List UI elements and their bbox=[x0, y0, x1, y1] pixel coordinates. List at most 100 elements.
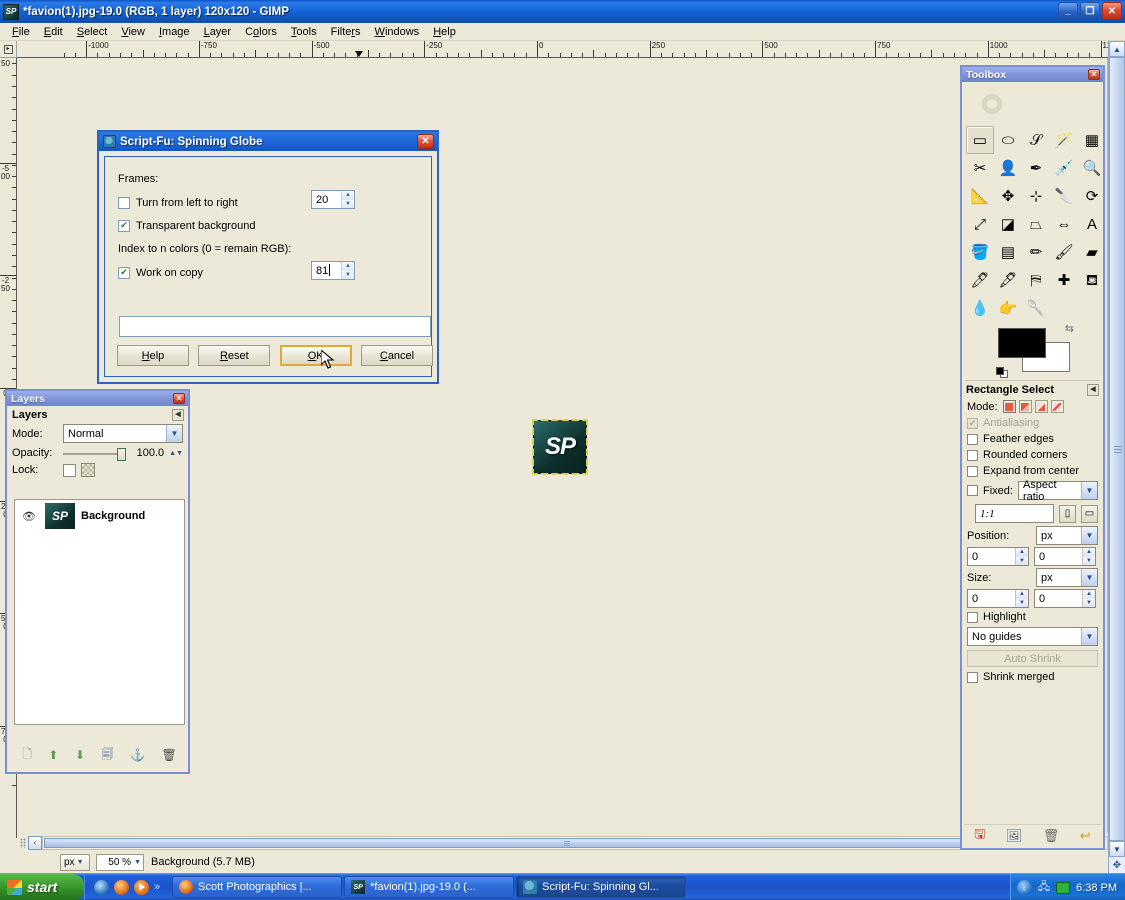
transparent-background-checkbox[interactable] bbox=[118, 219, 130, 232]
scroll-up-button[interactable]: ▲ bbox=[1109, 41, 1125, 57]
delete-icon[interactable]: 🗑 bbox=[1043, 828, 1060, 844]
menu-help[interactable]: Help bbox=[426, 25, 463, 39]
measure-tool[interactable]: 📐 bbox=[966, 182, 994, 210]
alignment-tool[interactable]: ⊹ bbox=[1022, 182, 1050, 210]
fixed-checkbox[interactable] bbox=[967, 485, 978, 496]
foreground-background-color-area[interactable]: ⇆ bbox=[996, 323, 1074, 378]
lock-pixels-checkbox[interactable] bbox=[63, 463, 76, 477]
eraser-tool[interactable]: ▰ bbox=[1078, 238, 1106, 266]
taskbar-item-gimp[interactable]: SP *favion(1).jpg-19.0 (... bbox=[344, 876, 515, 898]
highlight-checkbox[interactable] bbox=[967, 611, 978, 623]
scale-tool[interactable]: ⤢ bbox=[966, 210, 994, 238]
select-by-color-tool[interactable]: ▦ bbox=[1078, 126, 1106, 154]
ink-tool[interactable]: 🖋 bbox=[994, 266, 1022, 294]
canvas-image-content[interactable]: SP bbox=[532, 419, 588, 475]
ok-button[interactable]: OK bbox=[279, 345, 352, 366]
resize-grip-icon[interactable]: ✥ bbox=[1109, 857, 1125, 873]
antialiasing-row[interactable]: Antialiasing bbox=[962, 415, 1103, 431]
size-width-input[interactable]: 0 ▲ ▼ bbox=[967, 589, 1029, 608]
landscape-orientation-button[interactable]: ▭ bbox=[1081, 504, 1098, 523]
delete-layer-button[interactable]: 🗑 bbox=[161, 748, 176, 762]
show-hidden-icons-button[interactable]: ‹ bbox=[1016, 880, 1032, 895]
feather-edges-row[interactable]: Feather edges bbox=[962, 431, 1103, 447]
blur-sharpen-tool[interactable]: 💧 bbox=[966, 294, 994, 322]
heal-tool[interactable]: ✚ bbox=[1050, 266, 1078, 294]
toolbox-close-button[interactable]: ✕ bbox=[1088, 69, 1100, 80]
spinner-buttons[interactable]: ▲▼ bbox=[341, 262, 354, 279]
taskbar-clock[interactable]: 6:38 PM bbox=[1076, 882, 1117, 894]
position-y-input[interactable]: 0 ▲ ▼ bbox=[1034, 547, 1096, 566]
minimize-button[interactable]: _ bbox=[1058, 2, 1078, 20]
zoom-tool[interactable]: 🔍 bbox=[1078, 154, 1106, 182]
help-button[interactable]: Help bbox=[117, 345, 189, 366]
work-on-copy-row[interactable]: Work on copy bbox=[105, 261, 431, 284]
paintbrush-tool[interactable]: 🖌 bbox=[1050, 238, 1078, 266]
fuzzy-select-tool[interactable]: 🪄 bbox=[1050, 126, 1078, 154]
taskbar-item-firefox[interactable]: Scott Photographics |... bbox=[172, 876, 343, 898]
turn-left-to-right-checkbox[interactable] bbox=[118, 196, 130, 209]
menu-file[interactable]: FFileile bbox=[5, 25, 37, 39]
menu-edit[interactable]: Edit bbox=[37, 25, 70, 39]
network-icon[interactable]: 🖧 bbox=[1038, 878, 1050, 897]
reset-colors-icon[interactable] bbox=[996, 367, 1008, 378]
expand-from-center-checkbox[interactable] bbox=[967, 465, 978, 477]
spinner-buttons[interactable]: ▲▼ bbox=[1015, 548, 1028, 565]
slider-knob[interactable] bbox=[117, 447, 127, 461]
reset-button[interactable]: Reset bbox=[198, 345, 271, 366]
gradient-tool[interactable]: ▤ bbox=[994, 238, 1022, 266]
color-picker-tool[interactable]: 💉 bbox=[1050, 154, 1078, 182]
foreground-select-tool[interactable]: 👤 bbox=[994, 154, 1022, 182]
restore-icon[interactable]: ↩ bbox=[1080, 828, 1091, 844]
clone-tool[interactable]: ⛿ bbox=[1022, 266, 1050, 294]
feather-edges-checkbox[interactable] bbox=[967, 433, 978, 445]
subtract-mode-button[interactable] bbox=[1034, 400, 1048, 413]
size-height-input[interactable]: 0 ▲ ▼ bbox=[1034, 589, 1096, 608]
spinner-buttons[interactable]: ▲▼ bbox=[341, 191, 354, 208]
toolbox-titlebar[interactable]: Toolbox ✕ bbox=[962, 67, 1103, 82]
scroll-left-button[interactable]: ‹ bbox=[28, 835, 42, 850]
expand-from-center-row[interactable]: Expand from center bbox=[962, 463, 1103, 479]
perspective-tool[interactable]: ⏢ bbox=[1022, 210, 1050, 238]
script-fu-close-button[interactable]: ✕ bbox=[417, 134, 434, 149]
ruler-unit-corner[interactable]: ▸ bbox=[0, 41, 17, 58]
lock-alpha-icon[interactable] bbox=[81, 463, 95, 477]
layer-name[interactable]: Background bbox=[81, 510, 145, 522]
scroll-down-button[interactable]: ▼ bbox=[1109, 841, 1125, 857]
layers-dock-titlebar[interactable]: Layers ✕ bbox=[7, 391, 188, 406]
layer-opacity-value[interactable]: 100.0 bbox=[131, 447, 165, 459]
smudge-tool[interactable]: 👉 bbox=[994, 294, 1022, 322]
images-icon[interactable]: 🖼 bbox=[1006, 828, 1023, 844]
script-fu-titlebar[interactable]: Script-Fu: Spinning Globe ✕ bbox=[99, 132, 437, 151]
spinner-buttons[interactable]: ▲▼ bbox=[1082, 548, 1095, 565]
menu-select[interactable]: Select bbox=[70, 25, 115, 39]
monitor-icon[interactable] bbox=[1056, 881, 1071, 894]
intersect-mode-button[interactable] bbox=[1050, 400, 1064, 413]
toolbox-wilber-drop-area[interactable] bbox=[964, 84, 1101, 124]
crop-tool[interactable]: 🔪 bbox=[1050, 182, 1078, 210]
free-select-tool[interactable]: 𝒮 bbox=[1022, 126, 1050, 154]
pencil-tool[interactable]: ✏ bbox=[1022, 238, 1050, 266]
menu-windows[interactable]: Windows bbox=[368, 25, 427, 39]
swap-colors-icon[interactable]: ⇆ bbox=[1065, 322, 1074, 335]
rotate-tool[interactable]: ⟳ bbox=[1078, 182, 1106, 210]
statusbar-zoom-selector[interactable]: 50 % ▼ bbox=[96, 853, 144, 871]
horizontal-ruler[interactable]: -1000 -750 -500 -250 0 250 500 750 1000 1250 bbox=[17, 41, 1108, 58]
replace-mode-button[interactable] bbox=[1002, 400, 1016, 413]
layer-mode-select[interactable]: Normal ▼ bbox=[63, 424, 183, 443]
main-window-vertical-scrollbar[interactable]: ▲ ▼ ✥ bbox=[1108, 41, 1125, 873]
layer-opacity-slider[interactable] bbox=[63, 447, 127, 461]
duplicate-layer-button[interactable]: 🗐 bbox=[102, 745, 114, 766]
lower-layer-button[interactable]: ⬇ bbox=[75, 748, 85, 762]
quicklaunch-internet-explorer-icon[interactable] bbox=[94, 879, 109, 895]
spinner-buttons[interactable]: ▲▼ bbox=[1015, 590, 1028, 607]
menu-filters[interactable]: Filters bbox=[324, 25, 368, 39]
statusbar-unit-selector[interactable]: px ▼ bbox=[60, 853, 90, 871]
size-unit-select[interactable]: px ▼ bbox=[1036, 568, 1098, 587]
text-tool[interactable]: A bbox=[1078, 210, 1106, 238]
position-unit-select[interactable]: px ▼ bbox=[1036, 526, 1098, 545]
shrink-merged-checkbox[interactable] bbox=[967, 671, 978, 683]
dodge-burn-tool[interactable]: 🥄 bbox=[1022, 294, 1050, 322]
canvas-horizontal-scrollbar[interactable]: ‹ bbox=[18, 834, 1108, 851]
close-button[interactable]: ✕ bbox=[1102, 2, 1122, 20]
add-mode-button[interactable] bbox=[1018, 400, 1032, 413]
